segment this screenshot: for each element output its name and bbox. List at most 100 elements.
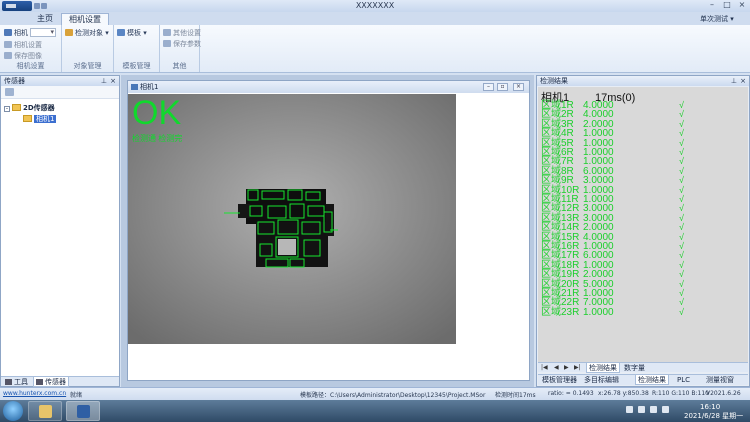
result-name: 区域23R [541,306,580,318]
tab-multi-target-edit[interactable]: 多目标编辑 [582,375,621,385]
ribbon-group-label: 其他 [172,62,187,70]
folder-icon [12,104,21,111]
results-panel-header: 检测结果 ⊥ × [537,76,749,86]
results-bottom-tabs: 模板管理器 多目标编辑 检测结果 PLC 测量视窗 [538,374,748,385]
result-ok-text: OK [132,94,182,132]
ribbon-group-other: 其他设置 保存参数 其他 [160,25,201,72]
template-icon [117,29,125,36]
tab-detect-result[interactable]: 检测结果 [586,363,620,373]
camera-settings-button[interactable]: 相机设置 [4,40,42,50]
camera-minimize-button[interactable]: – [483,83,494,91]
close-icon[interactable]: × [740,76,746,86]
template-path: 模板路径：C:\Users\Administrator\Desktop\1234… [300,392,486,399]
ime-icon[interactable] [650,406,657,413]
ribbon-group-objects: 检测对象 ▾ 对象管理 [62,25,114,72]
start-button[interactable] [3,401,23,421]
gear-icon [163,29,171,36]
system-tray: 16:10 2021/6/28 星期一 [618,403,748,421]
tab-plc[interactable]: PLC [675,375,692,385]
save-params-button[interactable]: 保存参数 [163,39,201,49]
camera-window-titlebar[interactable]: 相机1 – ▫ × [128,81,529,93]
ribbon-group-label: 相机设置 [16,62,45,70]
version: V2021.6.26 [706,390,741,397]
tab-tools[interactable]: 工具 [3,377,30,387]
close-button[interactable]: × [735,1,749,10]
save-image-button[interactable]: 保存图像 [4,51,42,61]
ribbon-group-camera: 相机 相机设置 保存图像 相机设置 [0,25,62,72]
status-state: 就绪 [70,392,83,399]
sensor-panel-header: 传感器 ⊥ × [1,76,119,86]
result-check-icon: √ [679,306,684,317]
settings-icon [4,41,12,48]
prev-tab-arrow-icon[interactable]: ◀ [554,363,559,373]
minimize-button[interactable]: – [705,1,719,10]
result-ok-subtext: 检测通 检测完 [132,134,183,143]
template-dropdown[interactable]: 模板 ▾ [117,28,147,38]
camera-icon [131,84,138,90]
ribbon-tab-row: 主页 相机设置 [0,12,750,25]
collapse-icon[interactable]: - [4,106,10,112]
taskbar: 16:10 2021/6/28 星期一 [0,400,750,422]
tab-camera-settings[interactable]: 相机设置 [61,13,109,25]
ribbon-group-templates: 模板 ▾ 模板管理 [114,25,160,72]
detect-time: 检测时间17ms [495,392,536,399]
tree-item-camera1[interactable]: 相机1 [23,114,57,124]
ribbon-group-label: 模板管理 [122,62,151,70]
results-panel-title: 检测结果 [540,77,568,85]
sensor-panel: 传感器 ⊥ × -2D传感器 相机1 工具 传感器 [0,75,120,387]
taskbar-app-vision[interactable] [66,401,100,421]
result-row: 区域23R 1.0000 √ [541,306,684,318]
object-icon [65,29,73,36]
taskbar-app-explorer[interactable] [28,401,62,421]
window-title: XXXXXXX [355,1,395,10]
document-area: 相机1 – ▫ × OK 检测通 检测完 [121,75,534,387]
save-icon [163,40,171,47]
next-tab-arrow-icon[interactable]: ▶ [564,363,569,373]
camera-icon [4,29,12,36]
close-icon[interactable]: × [110,76,116,86]
camera-window: 相机1 – ▫ × OK 检测通 检测完 [127,80,530,381]
camera-close-button[interactable]: × [513,83,524,91]
pin-icon[interactable]: ⊥ [731,76,737,86]
camera-window-title: 相机1 [140,83,159,91]
clock-date[interactable]: 2021/6/28 星期一 [684,411,743,421]
ribbon-group-label: 对象管理 [73,62,102,70]
clock-time[interactable]: 16:10 [700,403,720,411]
results-inner-tabs: |◀ ◀ ▶ ▶| 检测结果 数字量 [538,362,748,373]
last-tab-arrow-icon[interactable]: ▶| [574,363,581,373]
title-bar: XXXXXXX – □ × [0,0,750,12]
cursor-coords: x:26.78 y:850.38 [598,390,649,397]
detect-object-dropdown[interactable]: 检测对象 ▾ [65,28,109,38]
tab-detect-result-bottom[interactable]: 检测结果 [635,375,669,385]
sensor-icon [36,379,43,385]
camera-select-button[interactable]: 相机 [4,28,28,38]
website-link[interactable]: www.hunterx.com.cn [3,390,66,397]
pin-icon[interactable]: ⊥ [101,76,107,86]
other-settings-button[interactable]: 其他设置 [163,28,201,38]
tab-digital[interactable]: 数字量 [622,363,647,373]
camera-combo[interactable] [30,28,56,37]
app-icon [77,405,90,418]
single-test-dropdown[interactable]: 单次测试 ▾ [700,14,734,24]
tab-template-manager[interactable]: 模板管理器 [540,375,579,385]
sensor-panel-title: 传感器 [4,77,25,85]
ribbon: 相机 相机设置 保存图像 相机设置 检测对象 ▾ 对象管理 模板 ▾ 模板管理 … [0,25,750,73]
results-list: 相机1 17ms(0) 区域1R 4.0000 √ 区域2R 4.0000 √ 区域3R 2.0… [538,87,748,362]
tab-home[interactable]: 主页 [30,13,60,25]
ratio: ratio: = 0.1493 [548,390,594,397]
camera-restore-button[interactable]: ▫ [497,83,508,91]
add-sensor-icon[interactable] [5,88,14,96]
network-icon[interactable] [626,406,633,413]
keyboard-icon[interactable] [662,406,669,413]
pixel-rgb: R:110 G:110 B:110 [652,390,709,397]
volume-icon[interactable] [638,406,645,413]
maximize-button[interactable]: □ [720,1,734,10]
first-tab-arrow-icon[interactable]: |◀ [541,363,548,373]
save-image-icon [4,52,12,59]
tab-measure-view[interactable]: 测量视窗 [704,375,736,385]
sensor-toolbar [1,86,119,99]
sensor-panel-tabs: 工具 传感器 [1,376,119,387]
tab-sensors[interactable]: 传感器 [33,377,69,387]
tree-item-2d-sensor[interactable]: -2D传感器 [4,103,55,113]
tools-icon [5,379,12,385]
